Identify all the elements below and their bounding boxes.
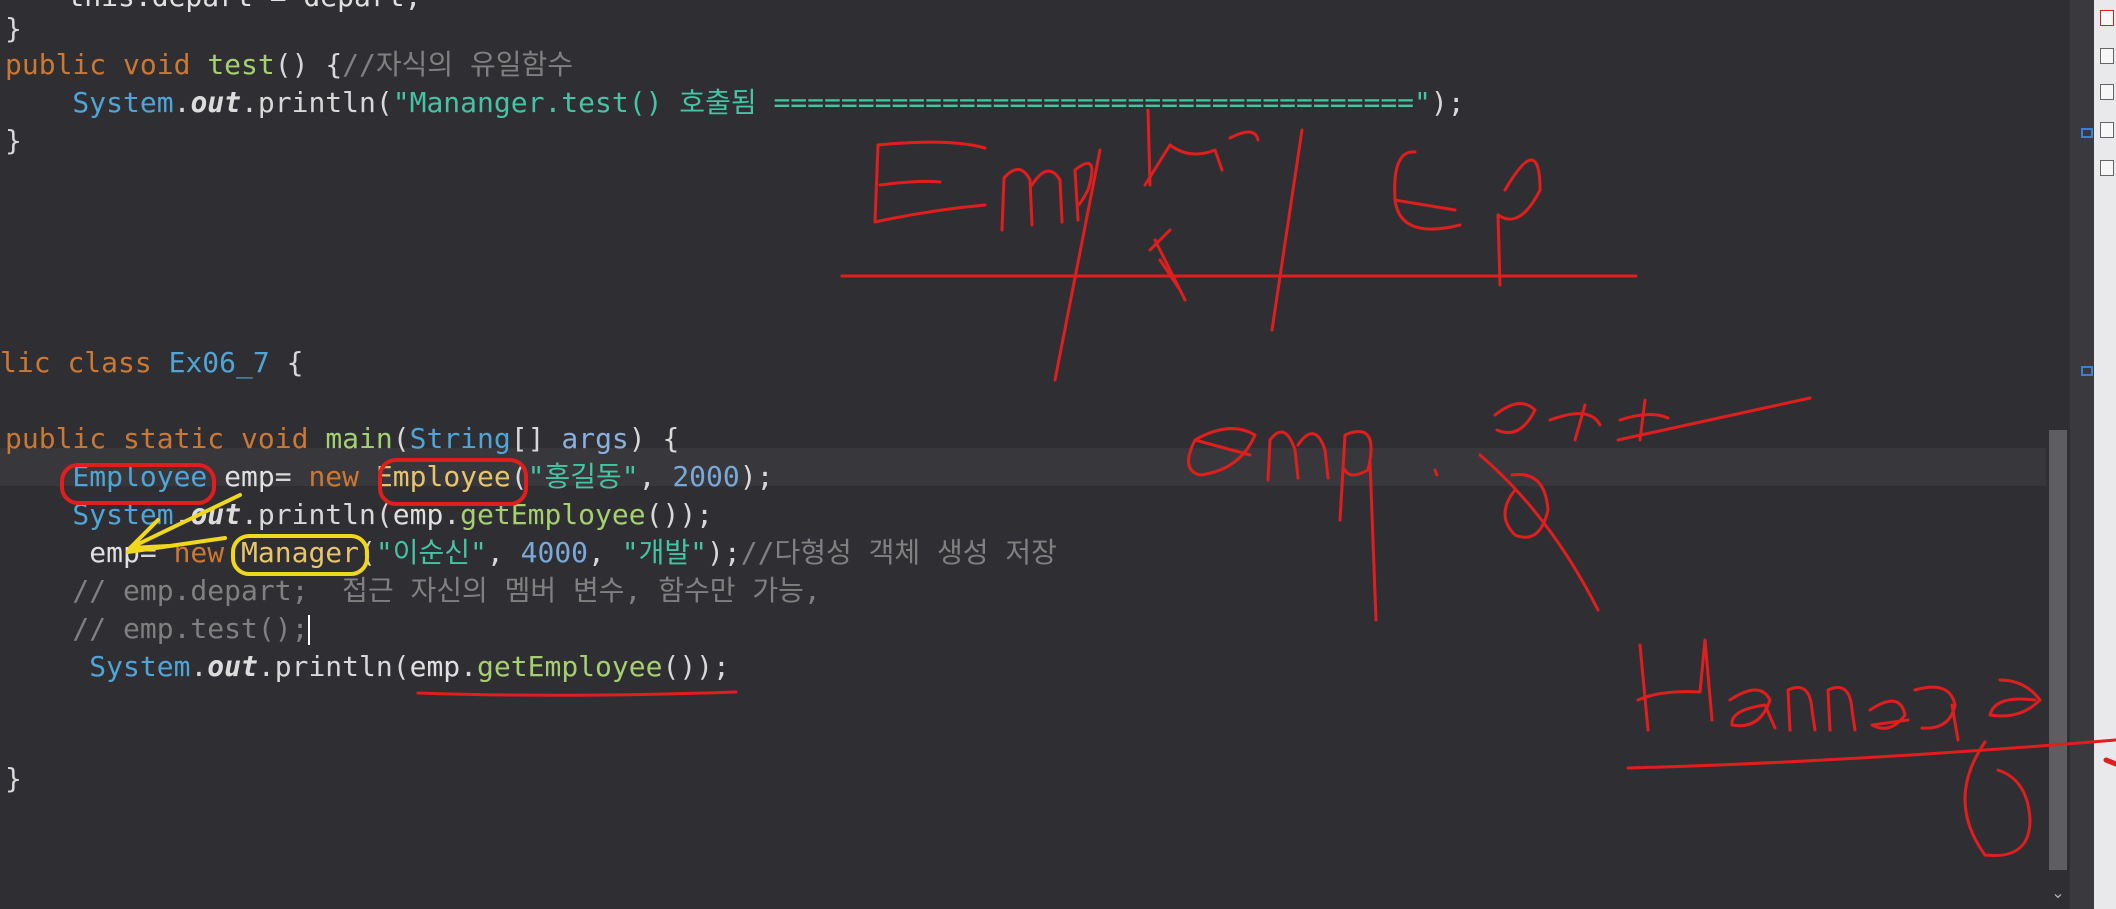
annotation-circle-manager [231,534,369,576]
handwriting-manager [1626,638,2116,858]
handwriting-edge-mark [2103,757,2116,767]
annotation-circle-employee-ctor [378,458,528,506]
annotation-underline [416,690,738,697]
annotation-circle-employee-type [60,463,216,505]
handwriting-employee [840,108,1638,382]
handwriting-emp-get [1187,396,1812,622]
pen-annotation-layer [60,108,2116,858]
